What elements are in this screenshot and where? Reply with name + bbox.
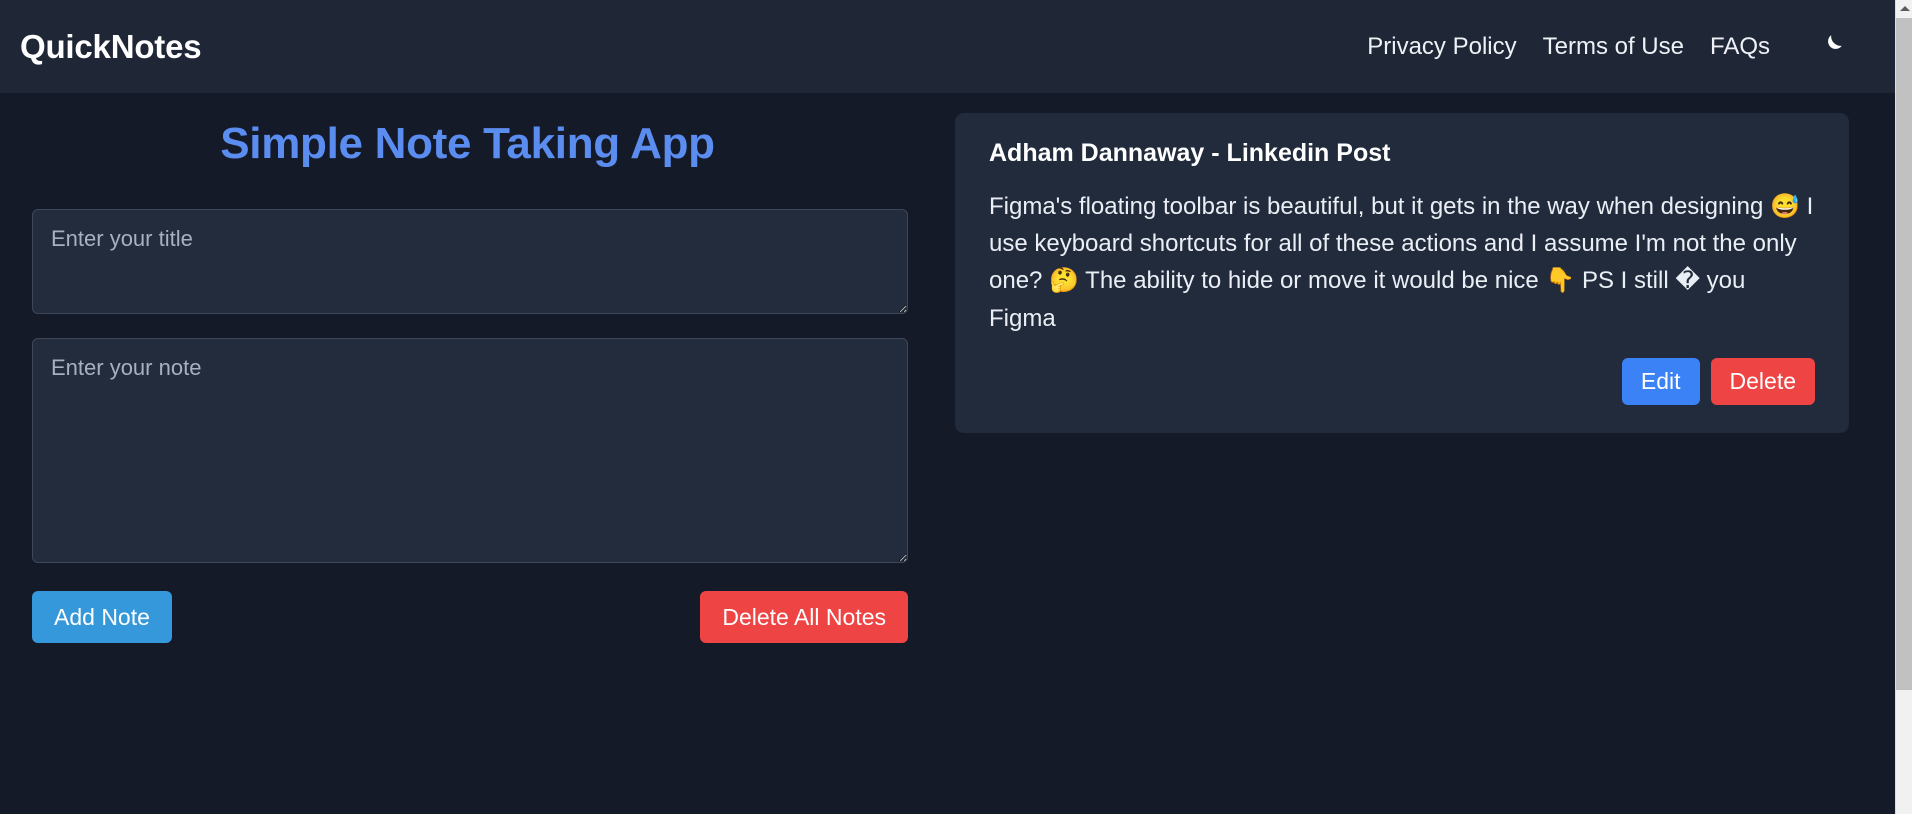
scroll-up-arrow-icon[interactable] bbox=[1896, 0, 1912, 17]
note-title-input[interactable] bbox=[32, 209, 908, 314]
scrollbar-thumb[interactable] bbox=[1896, 18, 1912, 690]
delete-note-button[interactable]: Delete bbox=[1710, 357, 1815, 405]
top-navigation-bar: QuickNotes Privacy Policy Terms of Use F… bbox=[0, 0, 1895, 93]
nav-privacy-policy[interactable]: Privacy Policy bbox=[1367, 33, 1516, 61]
note-card-title: Adham Dannaway - Linkedin Post bbox=[989, 139, 1391, 167]
moon-icon bbox=[1819, 32, 1845, 61]
note-body-input[interactable] bbox=[32, 338, 908, 563]
note-card-body: Figma's floating toolbar is beautiful, b… bbox=[989, 193, 1820, 332]
page-scrollbar[interactable] bbox=[1895, 0, 1912, 814]
editor-button-row: Add Note Delete All Notes bbox=[32, 591, 908, 644]
nav-faqs[interactable]: FAQs bbox=[1710, 33, 1770, 61]
main-content: Simple Note Taking App Add Note Delete A… bbox=[0, 93, 1895, 814]
notes-list-pane: Adham Dannaway - Linkedin Post Figma's f… bbox=[935, 93, 1895, 433]
page-title: Simple Note Taking App bbox=[220, 119, 715, 168]
app-viewport: QuickNotes Privacy Policy Terms of Use F… bbox=[0, 0, 1895, 814]
app-brand-logo: QuickNotes bbox=[20, 27, 202, 65]
note-editor-pane: Simple Note Taking App Add Note Delete A… bbox=[0, 93, 935, 644]
main-navigation: Privacy Policy Terms of Use FAQs bbox=[1367, 30, 1849, 64]
theme-toggle-button[interactable] bbox=[1815, 30, 1849, 64]
edit-note-button[interactable]: Edit bbox=[1621, 357, 1700, 405]
delete-all-notes-button[interactable]: Delete All Notes bbox=[700, 591, 908, 644]
nav-terms-of-use[interactable]: Terms of Use bbox=[1543, 33, 1684, 61]
note-card-actions: Edit Delete bbox=[989, 357, 1815, 405]
add-note-button[interactable]: Add Note bbox=[32, 591, 172, 644]
note-card: Adham Dannaway - Linkedin Post Figma's f… bbox=[955, 113, 1849, 433]
